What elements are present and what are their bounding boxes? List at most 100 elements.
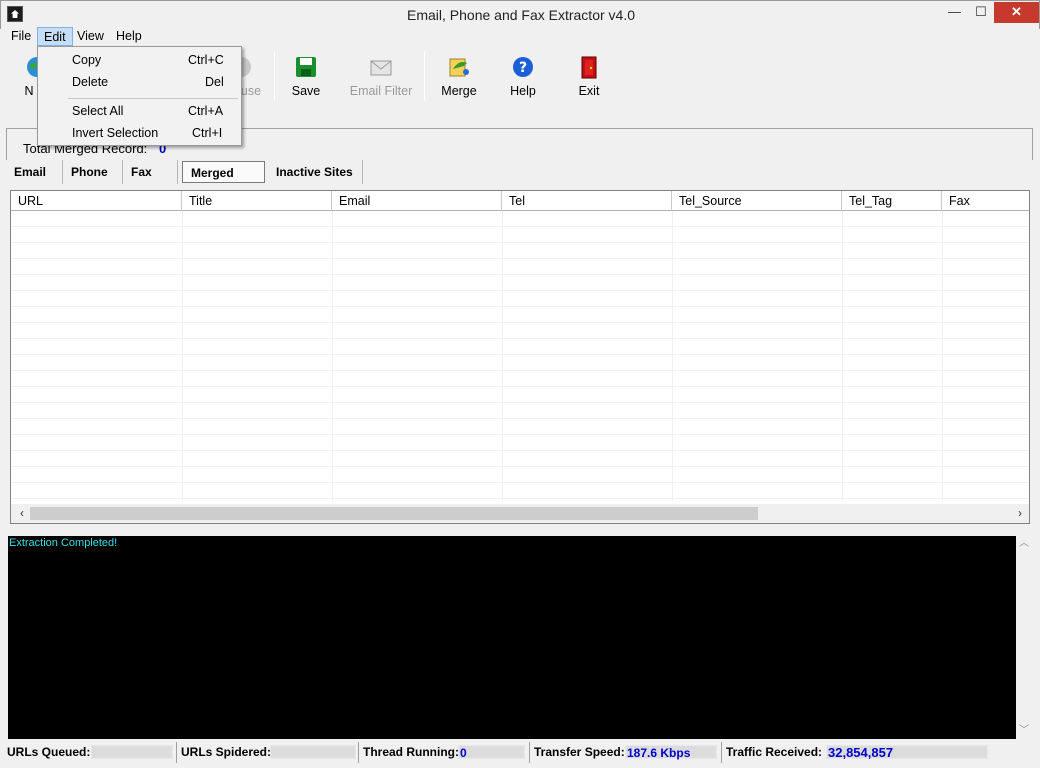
help-button[interactable]: ? Help: [488, 53, 558, 103]
exit-button[interactable]: Exit: [554, 53, 624, 103]
status-label: Transfer Speed:: [534, 745, 625, 759]
status-value: [91, 745, 173, 759]
grid-column-line: [332, 211, 333, 501]
tab-fax[interactable]: Fax: [123, 160, 178, 184]
save-button[interactable]: Save: [271, 53, 341, 103]
status-label: Thread Running:: [363, 745, 459, 759]
status-traffic-received: Traffic Received: 32,854,857: [721, 742, 991, 763]
status-value: 32,854,857: [826, 745, 988, 760]
status-label: Traffic Received:: [726, 745, 823, 759]
envelope-icon: [370, 60, 392, 76]
door-icon: [581, 56, 597, 79]
log-vertical-scrollbar[interactable]: ︿ ﹀: [1016, 536, 1032, 739]
help-button-label: Help: [510, 84, 536, 98]
status-value: [270, 745, 356, 759]
table-row[interactable]: [11, 435, 1029, 451]
table-row[interactable]: [11, 339, 1029, 355]
table-row[interactable]: [11, 291, 1029, 307]
status-label: URLs Queued:: [7, 745, 91, 759]
status-thread-running: Thread Running: 0: [358, 742, 529, 763]
status-value: 187.6 Kbps: [625, 745, 717, 760]
table-row[interactable]: [11, 371, 1029, 387]
table-row[interactable]: [11, 323, 1029, 339]
menu-item-shortcut: Ctrl+A: [188, 104, 224, 118]
window-title: Email, Phone and Fax Extractor v4.0: [407, 7, 635, 23]
log-output[interactable]: Extraction Completed!: [8, 536, 1016, 739]
table-row[interactable]: [11, 211, 1029, 227]
merge-icon: [449, 58, 469, 77]
table-row[interactable]: [11, 419, 1029, 435]
tab-inactive-sites[interactable]: Inactive Sites: [268, 160, 363, 184]
column-header-tel-source[interactable]: Tel_Source: [672, 191, 842, 211]
menu-item-label: Delete: [72, 75, 109, 89]
menu-item-label: Select All: [72, 104, 124, 118]
scroll-left-arrow-icon[interactable]: ‹: [15, 506, 29, 520]
table-row[interactable]: [11, 451, 1029, 467]
grid-column-line: [842, 211, 843, 501]
menu-view[interactable]: View: [71, 27, 110, 46]
table-row[interactable]: [11, 275, 1029, 291]
column-header-fax[interactable]: Fax: [942, 191, 1029, 211]
merged-list-grid[interactable]: URL Title Email Tel Tel_Source Tel_Tag F…: [10, 190, 1030, 524]
tab-merged-list[interactable]: Merged List: [182, 161, 265, 202]
grid-column-line: [502, 211, 503, 501]
menu-item-shortcut: Del: [205, 75, 224, 89]
table-row[interactable]: [11, 259, 1029, 275]
horizontal-scroll-thumb[interactable]: [30, 507, 758, 520]
table-row[interactable]: [11, 403, 1029, 419]
status-urls-spidered: URLs Spidered:: [176, 742, 358, 763]
column-header-email[interactable]: Email: [332, 191, 502, 211]
close-button[interactable]: ✕: [994, 2, 1039, 23]
grid-column-line: [672, 211, 673, 501]
save-button-label: Save: [291, 84, 321, 98]
merge-button[interactable]: Merge: [424, 53, 494, 103]
table-row[interactable]: [11, 483, 1029, 499]
edit-dropdown-menu: Copy Ctrl+C Delete Del Select All Ctrl+A…: [37, 46, 242, 146]
email-filter-button[interactable]: Email Filter: [342, 53, 420, 103]
tab-email[interactable]: Email: [6, 160, 63, 184]
menu-item-shortcut: Ctrl+C: [188, 53, 224, 67]
menu-item-select-all[interactable]: Select All Ctrl+A: [39, 101, 240, 122]
maximize-button[interactable]: ☐: [968, 2, 994, 23]
grid-column-line: [942, 211, 943, 501]
table-row[interactable]: [11, 307, 1029, 323]
help-icon: ?: [513, 57, 533, 77]
menu-help[interactable]: Help: [110, 27, 148, 46]
column-header-url[interactable]: URL: [11, 191, 182, 211]
menu-file[interactable]: File: [5, 27, 37, 46]
menu-item-label: Copy: [72, 53, 102, 67]
grid-body: [11, 211, 1029, 501]
menu-item-invert-selection[interactable]: Invert Selection Ctrl+I: [39, 123, 240, 144]
minimize-button[interactable]: —: [941, 2, 968, 23]
horizontal-scrollbar[interactable]: ‹ ›: [11, 504, 1029, 523]
title-bar: Email, Phone and Fax Extractor v4.0 — ☐ …: [0, 0, 1040, 29]
grid-column-line: [182, 211, 183, 501]
table-row[interactable]: [11, 227, 1029, 243]
merge-button-label: Merge: [441, 84, 477, 98]
menu-item-label: Invert Selection: [72, 126, 159, 140]
scroll-right-arrow-icon[interactable]: ›: [1013, 506, 1027, 520]
menu-edit[interactable]: Edit: [37, 27, 73, 46]
scroll-up-arrow-icon[interactable]: ︿: [1016, 536, 1032, 552]
status-urls-queued: URLs Queued:: [4, 742, 176, 763]
table-row[interactable]: [11, 243, 1029, 259]
scroll-down-arrow-icon[interactable]: ﹀: [1016, 723, 1032, 739]
floppy-disk-icon: [296, 57, 316, 77]
table-row[interactable]: [11, 387, 1029, 403]
column-header-tel[interactable]: Tel: [502, 191, 672, 211]
status-transfer-speed: Transfer Speed: 187.6 Kbps: [529, 742, 721, 763]
column-header-tel-tag[interactable]: Tel_Tag: [842, 191, 942, 211]
exit-button-label: Exit: [578, 84, 600, 98]
column-header-title[interactable]: Title: [182, 191, 332, 211]
status-bar: URLs Queued: URLs Spidered: Thread Runni…: [4, 742, 1036, 764]
table-row[interactable]: [11, 467, 1029, 483]
status-value: 0: [458, 745, 525, 760]
tab-phone[interactable]: Phone: [63, 160, 123, 184]
table-row[interactable]: [11, 355, 1029, 371]
menu-item-copy[interactable]: Copy Ctrl+C: [39, 50, 240, 71]
email-filter-label: Email Filter: [349, 84, 413, 98]
log-line: Extraction Completed!: [9, 537, 118, 549]
menu-item-delete[interactable]: Delete Del: [39, 72, 240, 93]
tab-strip: Email Phone Fax Merged List Inactive Sit…: [6, 160, 1033, 202]
grid-header: URL Title Email Tel Tel_Source Tel_Tag F…: [11, 191, 1029, 211]
